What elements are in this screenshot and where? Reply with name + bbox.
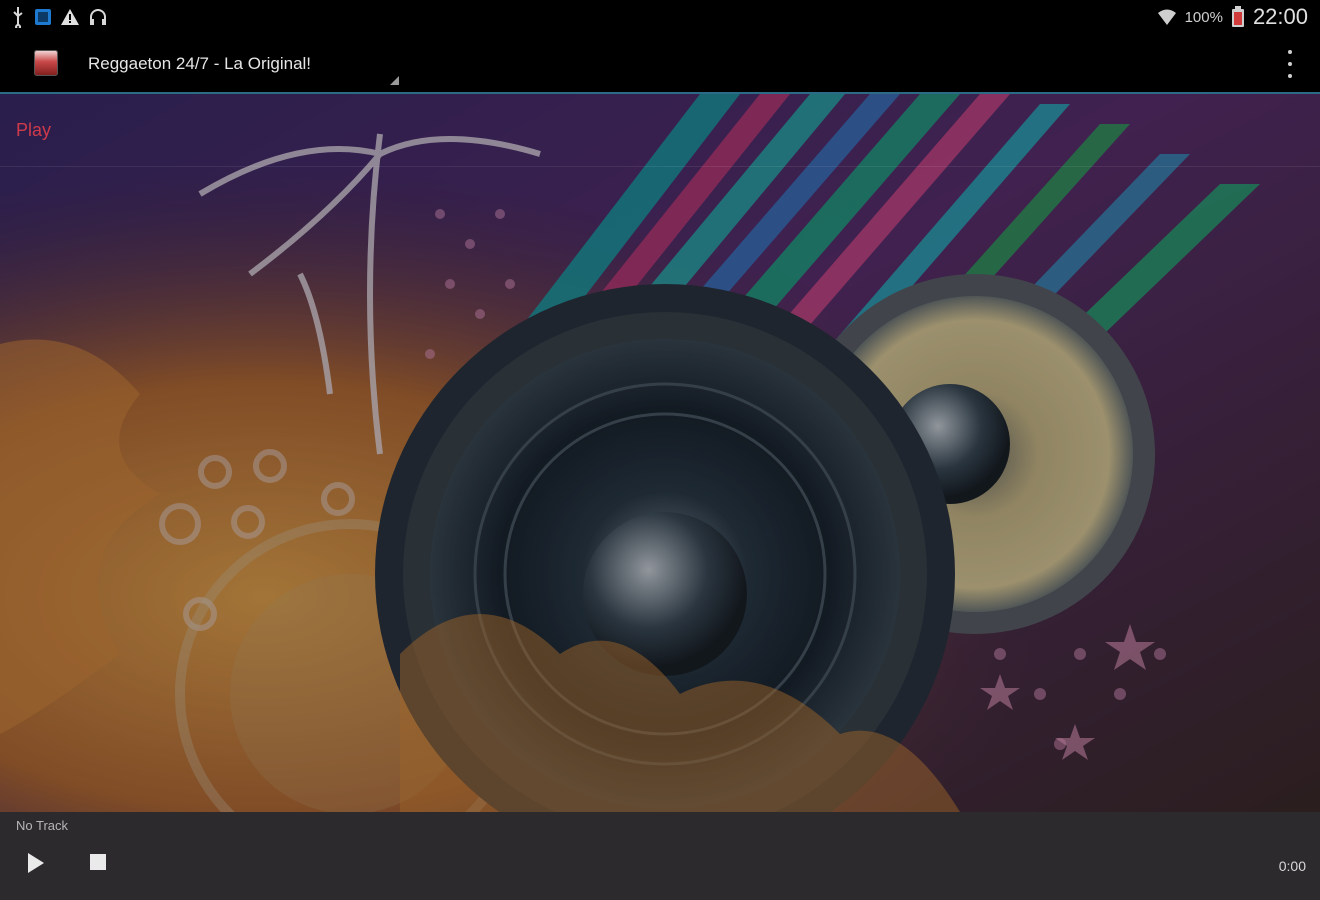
checkbox-icon <box>35 9 51 25</box>
status-right: 100% 22:00 <box>1157 4 1308 30</box>
usb-icon <box>13 7 23 28</box>
status-left <box>10 6 108 28</box>
stop-button[interactable] <box>88 852 108 872</box>
battery-percent: 100% <box>1184 8 1223 26</box>
app-icon[interactable] <box>34 50 58 76</box>
track-name: No Track <box>16 818 69 833</box>
speaker-artwork-image <box>0 94 1320 812</box>
play-label[interactable]: Play <box>16 120 51 141</box>
stop-icon <box>90 854 106 870</box>
play-button[interactable] <box>24 850 50 876</box>
overflow-menu-icon[interactable] <box>1280 50 1300 78</box>
app-title[interactable]: Reggaeton 24/7 - La Original! <box>88 54 311 74</box>
headphones-icon <box>90 9 106 25</box>
spinner-dropdown-icon[interactable] <box>390 76 399 85</box>
status-bar: 100% 22:00 <box>0 0 1320 36</box>
warning-icon <box>61 9 79 25</box>
player-controls: No Track 0:00 <box>0 812 1320 900</box>
divider <box>0 166 1320 167</box>
elapsed-time: 0:00 <box>1278 858 1306 874</box>
play-icon <box>28 853 44 873</box>
action-bar: Reggaeton 24/7 - La Original! <box>0 36 1320 94</box>
wifi-icon <box>1157 9 1176 25</box>
background-artwork: Play <box>0 94 1320 812</box>
battery-icon <box>1231 6 1244 27</box>
status-clock: 22:00 <box>1252 4 1308 29</box>
